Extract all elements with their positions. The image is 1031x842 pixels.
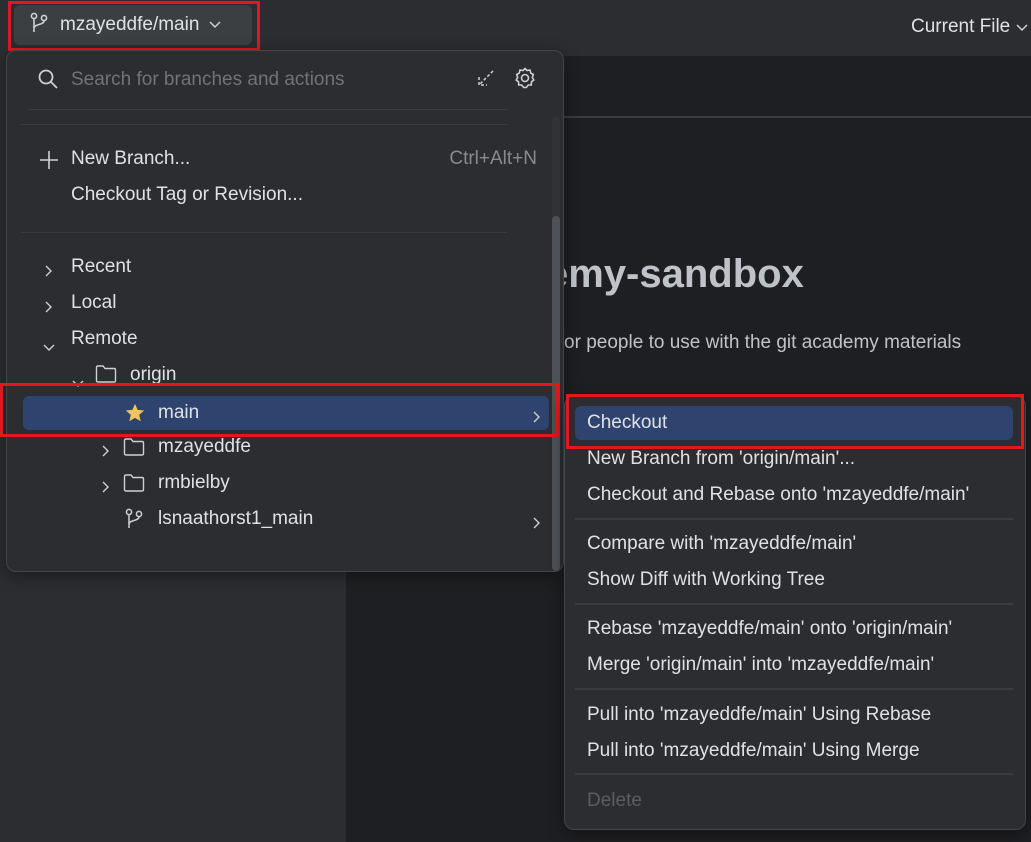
tree-item-recent[interactable]: Recent xyxy=(7,250,537,284)
tree-label: mzayeddfe xyxy=(158,436,251,457)
checkout-tag-action[interactable]: Checkout Tag or Revision... xyxy=(7,178,537,212)
rebase-menu-item[interactable]: Rebase 'mzayeddfe/main' onto 'origin/mai… xyxy=(575,612,1013,646)
tree-item-lsnaathorst1-main[interactable]: lsnaathorst1_main xyxy=(7,502,540,536)
run-config-selector[interactable]: Current File xyxy=(911,16,1028,38)
new-branch-action[interactable]: New Branch... Ctrl+Alt+N xyxy=(7,142,537,176)
merge-menu-item[interactable]: Merge 'origin/main' into 'mzayeddfe/main… xyxy=(575,648,1013,682)
folder-icon xyxy=(123,474,145,498)
checkout-menu-item[interactable]: Checkout xyxy=(575,406,1013,440)
git-branch-icon xyxy=(125,508,143,536)
readme-title: emy-sandbox xyxy=(546,252,804,296)
run-config-label: Current File xyxy=(911,16,1011,37)
tree-item-rmbielby[interactable]: rmbielby xyxy=(7,466,537,500)
chevron-right-icon xyxy=(102,477,110,499)
chevron-down-icon xyxy=(209,16,221,34)
tree-item-origin-main[interactable]: main xyxy=(7,396,540,430)
branch-widget-button[interactable]: mzayeddfe/main xyxy=(14,5,252,45)
tree-label: rmbielby xyxy=(158,472,230,493)
tree-label: Recent xyxy=(71,256,132,277)
tree-label: Remote xyxy=(71,328,138,349)
chevron-right-icon xyxy=(533,407,541,429)
main-toolbar: mzayeddfe/main Current File xyxy=(0,0,1031,56)
current-branch-label: mzayeddfe/main xyxy=(60,14,200,35)
branch-search-input[interactable] xyxy=(71,65,461,95)
menu-divider xyxy=(575,773,1013,775)
chevron-right-icon xyxy=(533,513,541,535)
folder-icon xyxy=(95,365,117,389)
plus-icon xyxy=(39,150,59,176)
star-icon xyxy=(124,402,146,430)
branch-actions-submenu: Checkout New Branch from 'origin/main'..… xyxy=(564,396,1026,830)
gear-icon[interactable] xyxy=(513,66,537,95)
new-branch-from-menu-item[interactable]: New Branch from 'origin/main'... xyxy=(575,442,1013,476)
branches-popup: New Branch... Ctrl+Alt+N Checkout Tag or… xyxy=(6,50,564,572)
chevron-right-icon xyxy=(45,261,53,283)
tree-label: Local xyxy=(71,292,117,313)
menu-divider xyxy=(575,688,1013,690)
actions-divider xyxy=(21,232,507,233)
chevron-down-icon xyxy=(43,336,55,358)
chevron-down-icon xyxy=(1016,16,1028,38)
chevron-right-icon xyxy=(45,297,53,319)
checkout-tag-label: Checkout Tag or Revision... xyxy=(71,184,303,205)
scrollbar-thumb[interactable] xyxy=(552,216,560,571)
collapse-all-icon[interactable] xyxy=(477,69,495,92)
checkout-and-rebase-menu-item[interactable]: Checkout and Rebase onto 'mzayeddfe/main… xyxy=(575,478,1013,512)
new-branch-label: New Branch... xyxy=(71,148,191,169)
search-divider xyxy=(27,109,509,110)
chevron-right-icon xyxy=(102,441,110,463)
tree-item-remote[interactable]: Remote xyxy=(7,322,537,356)
tree-label: origin xyxy=(130,364,177,385)
search-row xyxy=(7,51,563,109)
tree-label: main xyxy=(158,402,200,423)
tree-item-origin[interactable]: origin xyxy=(7,358,537,392)
tree-item-mzayeddfe[interactable]: mzayeddfe xyxy=(7,430,537,464)
readme-description: y for people to use with the git academy… xyxy=(544,332,962,353)
menu-divider xyxy=(575,603,1013,605)
chevron-down-icon xyxy=(72,372,84,394)
top-divider xyxy=(21,124,507,125)
new-branch-shortcut: Ctrl+Alt+N xyxy=(449,148,537,169)
folder-icon xyxy=(123,438,145,462)
pull-merge-menu-item[interactable]: Pull into 'mzayeddfe/main' Using Merge xyxy=(575,734,1013,768)
search-icon xyxy=(37,68,59,95)
delete-menu-item: Delete xyxy=(587,790,642,811)
menu-divider xyxy=(575,518,1013,520)
tree-item-local[interactable]: Local xyxy=(7,286,537,320)
git-branch-icon xyxy=(30,12,48,39)
tree-label: lsnaathorst1_main xyxy=(158,508,314,529)
pull-rebase-menu-item[interactable]: Pull into 'mzayeddfe/main' Using Rebase xyxy=(575,698,1013,732)
show-diff-menu-item[interactable]: Show Diff with Working Tree xyxy=(575,563,1013,597)
compare-with-menu-item[interactable]: Compare with 'mzayeddfe/main' xyxy=(575,527,1013,561)
